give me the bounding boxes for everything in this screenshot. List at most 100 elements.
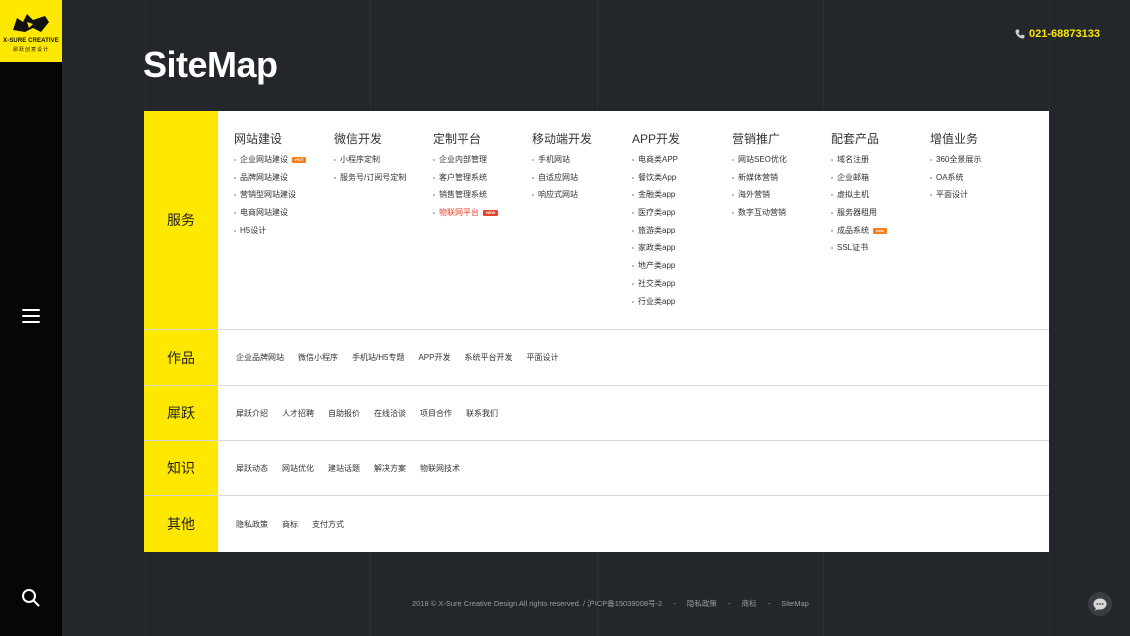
sitemap-row-works: 作品 企业品牌网站 微信小程序 手机站/H5专题 APP开发 系统平台开发 平面… <box>144 330 1049 386</box>
hot-badge: HOT <box>292 157 307 163</box>
list-item[interactable]: OA系统 <box>930 173 981 191</box>
list-item[interactable]: 成品系统 new <box>831 226 887 244</box>
list-item[interactable]: 餐饮类App <box>632 173 680 191</box>
link-item[interactable]: APP开发 <box>418 352 450 363</box>
list-item[interactable]: 客户管理系统 <box>433 173 498 191</box>
link-item[interactable]: 犀跃动态 <box>236 463 268 474</box>
list-item[interactable]: 企业内部管理 <box>433 155 498 173</box>
column-title[interactable]: 营销推广 <box>732 130 787 147</box>
link-item[interactable]: 联系我们 <box>466 408 498 419</box>
services-column-website: 网站建设 企业网站建设 HOT 品牌网站建设 营销型网站建设 电商网站建设 H5设… <box>234 130 307 244</box>
list-item[interactable]: 自适应网站 <box>532 173 592 191</box>
phone-icon <box>1015 29 1025 39</box>
link-item[interactable]: 平面设计 <box>526 352 558 363</box>
new-badge: NEW <box>483 210 499 217</box>
footer: 2018 © X-Sure Creative Design All rights… <box>412 598 809 609</box>
phone-text: 021-68873133 <box>1029 28 1100 40</box>
row-label-knowledge: 知识 <box>144 441 218 495</box>
rhino-logo-icon <box>13 14 49 32</box>
column-title[interactable]: 移动端开发 <box>532 130 592 147</box>
services-column-wechat: 微信开发 小程序定制 服务号/订阅号定制 <box>334 130 406 190</box>
new-badge: new <box>873 227 887 234</box>
column-title[interactable]: 定制平台 <box>433 130 498 147</box>
brand-logo[interactable]: X-SURE CREATIVE 犀跃创意设计 <box>0 0 62 62</box>
sitemap-row-services: 服务 网站建设 企业网站建设 HOT 品牌网站建设 营销型网站建设 电商网站建设 … <box>144 111 1049 330</box>
sidebar: X-SURE CREATIVE 犀跃创意设计 <box>0 0 62 636</box>
list-item[interactable]: 企业邮箱 <box>831 173 887 191</box>
services-column-marketing: 营销推广 网站SEO优化 新媒体营销 海外营销 数字互动营销 <box>732 130 787 226</box>
list-item[interactable]: SSL证书 <box>831 243 887 261</box>
link-item[interactable]: 在线洽谈 <box>374 408 406 419</box>
column-title[interactable]: 配套产品 <box>831 130 887 147</box>
list-item[interactable]: 360全景展示 <box>930 155 981 173</box>
list-item[interactable]: 服务器租用 <box>831 208 887 226</box>
row-links: 犀跃动态 网站优化 建站话题 解决方案 物联网技术 <box>236 441 474 495</box>
list-item[interactable]: 电商网站建设 <box>234 208 306 226</box>
search-icon[interactable] <box>21 588 41 608</box>
list-item[interactable]: 金融类app <box>632 190 680 208</box>
list-item[interactable]: 社交类app <box>632 279 680 297</box>
sitemap-row-knowledge: 知识 犀跃动态 网站优化 建站话题 解决方案 物联网技术 <box>144 441 1049 496</box>
list-item[interactable]: 小程序定制 <box>334 155 406 173</box>
list-item[interactable]: 虚拟主机 <box>831 190 887 208</box>
link-item[interactable]: 解决方案 <box>374 463 406 474</box>
link-item[interactable]: 微信小程序 <box>298 352 338 363</box>
link-item[interactable]: 建站话题 <box>328 463 360 474</box>
column-title[interactable]: 增值业务 <box>930 130 981 147</box>
row-label-about: 犀跃 <box>144 386 218 440</box>
link-item[interactable]: 商标 <box>282 519 298 530</box>
link-item[interactable]: 支付方式 <box>312 519 344 530</box>
list-item[interactable]: 电商类APP <box>632 155 680 173</box>
link-item[interactable]: 企业品牌网站 <box>236 352 284 363</box>
sitemap-panel: 服务 网站建设 企业网站建设 HOT 品牌网站建设 营销型网站建设 电商网站建设 … <box>144 111 1049 552</box>
phone-number[interactable]: 021-68873133 <box>1015 28 1100 40</box>
list-item[interactable]: 旅游类app <box>632 226 680 244</box>
list-item[interactable]: 域名注册 <box>831 155 887 173</box>
list-item[interactable]: 网站SEO优化 <box>732 155 787 173</box>
copyright-text: 2018 © X-Sure Creative Design All rights… <box>412 599 663 608</box>
row-links: 企业品牌网站 微信小程序 手机站/H5专题 APP开发 系统平台开发 平面设计 <box>236 330 572 385</box>
hamburger-icon[interactable] <box>22 309 40 325</box>
link-item[interactable]: 犀跃介绍 <box>236 408 268 419</box>
link-item[interactable]: 项目合作 <box>420 408 452 419</box>
list-item[interactable]: 服务号/订阅号定制 <box>334 173 406 191</box>
row-links: 隐私政策 商标 支付方式 <box>236 496 358 552</box>
list-item[interactable]: H5设计 <box>234 226 306 244</box>
footer-separator: - <box>728 599 731 608</box>
list-item[interactable]: 海外营销 <box>732 190 787 208</box>
list-item[interactable]: 响应式网站 <box>532 190 592 208</box>
list-item[interactable]: 手机网站 <box>532 155 592 173</box>
list-item[interactable]: 家政类app <box>632 243 680 261</box>
link-item[interactable]: 系统平台开发 <box>464 352 512 363</box>
footer-link-trademark[interactable]: 商标 <box>742 599 757 608</box>
row-links: 犀跃介绍 人才招聘 自助报价 在线洽谈 项目合作 联系我们 <box>236 386 512 440</box>
footer-link-sitemap[interactable]: SiteMap <box>781 599 809 608</box>
link-item[interactable]: 物联网技术 <box>420 463 460 474</box>
list-item[interactable]: 数字互动营销 <box>732 208 787 226</box>
link-item[interactable]: 网站优化 <box>282 463 314 474</box>
list-item[interactable]: 品牌网站建设 <box>234 173 306 191</box>
list-item[interactable]: 新媒体营销 <box>732 173 787 191</box>
page-title: SiteMap <box>143 44 278 85</box>
column-title[interactable]: 网站建设 <box>234 130 306 147</box>
footer-separator: - <box>767 599 771 608</box>
list-item[interactable]: 销售管理系统 <box>433 190 498 208</box>
list-item[interactable]: 营销型网站建设 <box>234 190 306 208</box>
list-item[interactable]: 企业网站建设 HOT <box>234 155 307 173</box>
link-item[interactable]: 人才招聘 <box>282 408 314 419</box>
row-label-services: 服务 <box>144 111 218 329</box>
list-item-highlighted[interactable]: 物联网平台 NEW <box>433 208 499 226</box>
list-item[interactable]: 医疗类app <box>632 208 680 226</box>
list-item[interactable]: 平面设计 <box>930 190 981 208</box>
brand-name: X-SURE CREATIVE <box>3 38 59 44</box>
column-title[interactable]: 微信开发 <box>334 130 406 147</box>
list-item[interactable]: 行业类app <box>632 297 680 315</box>
link-item[interactable]: 手机站/H5专题 <box>352 352 404 363</box>
link-item[interactable]: 自助报价 <box>328 408 360 419</box>
column-title[interactable]: APP开发 <box>632 130 680 147</box>
footer-link-privacy[interactable]: 隐私政策 <box>687 599 717 608</box>
row-label-works: 作品 <box>144 330 218 385</box>
chat-icon[interactable] <box>1088 592 1112 616</box>
list-item[interactable]: 地产类app <box>632 261 680 279</box>
link-item[interactable]: 隐私政策 <box>236 519 268 530</box>
